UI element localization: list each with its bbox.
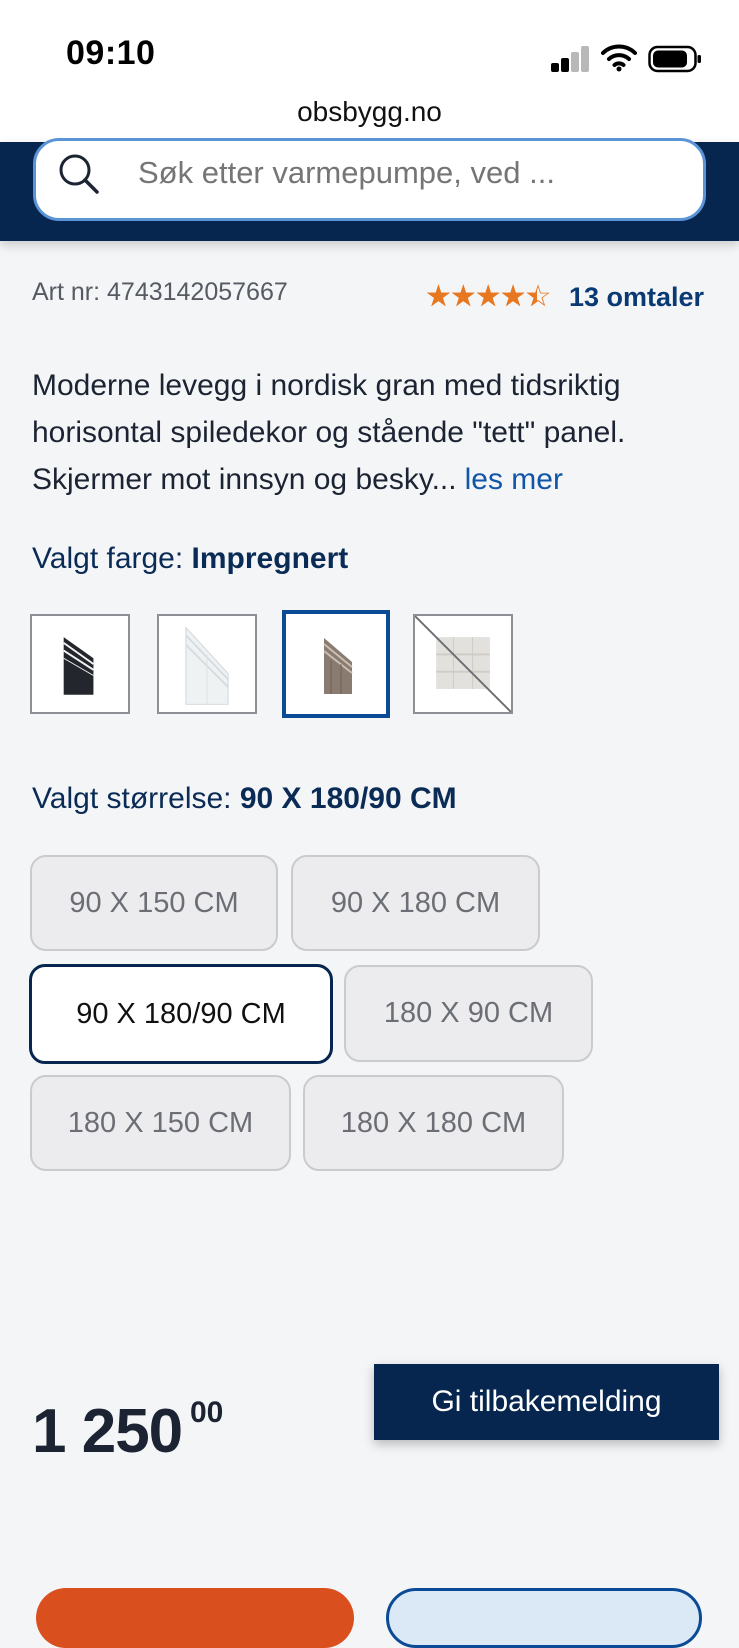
wifi-icon — [601, 44, 637, 72]
selected-size: 90 X 180/90 CM — [239, 782, 457, 815]
color-label: Valgt farge: Impregnert — [32, 542, 348, 576]
color-swatch-grey-unavailable[interactable] — [413, 614, 513, 714]
battery-icon — [648, 45, 701, 73]
color-swatches — [30, 610, 550, 724]
size-label-text: Valgt størrelse: — [32, 782, 232, 815]
search-box[interactable] — [33, 138, 706, 221]
article-number: Art nr: 4743142057667 — [32, 278, 288, 306]
color-label-text: Valgt farge: — [32, 542, 184, 575]
url-text[interactable]: obsbygg.no — [0, 96, 739, 128]
cellular-signal-icon — [551, 46, 591, 72]
search-input[interactable] — [138, 151, 658, 195]
size-option-90x180-90[interactable]: 90 X 180/90 CM — [29, 964, 333, 1064]
product-description: Moderne levegg i nordisk gran med tidsri… — [32, 362, 712, 503]
price-cents: 00 — [190, 1396, 224, 1429]
selected-color: Impregnert — [191, 542, 349, 575]
status-time: 09:10 — [66, 34, 156, 72]
search-icon[interactable] — [56, 151, 102, 197]
add-to-cart-button[interactable] — [36, 1588, 354, 1648]
browser-url-bar[interactable]: obsbygg.no — [0, 92, 739, 143]
color-swatch-black[interactable] — [30, 614, 130, 714]
size-option-180x150[interactable]: 180 X 150 CM — [30, 1075, 291, 1171]
read-more-link[interactable]: les mer — [465, 463, 563, 496]
price: 1 250 — [32, 1397, 183, 1466]
size-label: Valgt størrelse: 90 X 180/90 CM — [32, 782, 457, 816]
feedback-button[interactable]: Gi tilbakemelding — [374, 1364, 719, 1440]
reviews-link[interactable]: 13 omtaler — [569, 282, 704, 313]
star-filled-icons: ★★★★★ — [425, 282, 537, 312]
secondary-action-button[interactable] — [386, 1588, 702, 1648]
color-swatch-impregnert[interactable] — [282, 610, 390, 718]
status-bar: 09:10 — [0, 0, 739, 92]
size-option-180x180[interactable]: 180 X 180 CM — [303, 1075, 564, 1171]
size-option-90x180[interactable]: 90 X 180 CM — [291, 855, 540, 951]
size-option-90x150[interactable]: 90 X 150 CM — [30, 855, 278, 951]
color-swatch-white[interactable] — [157, 614, 257, 714]
rating-stars: ☆☆☆☆☆ ★★★★★ — [425, 282, 565, 312]
rating[interactable]: ☆☆☆☆☆ ★★★★★ 13 omtaler — [425, 280, 704, 314]
size-option-180x90[interactable]: 180 X 90 CM — [344, 965, 593, 1062]
